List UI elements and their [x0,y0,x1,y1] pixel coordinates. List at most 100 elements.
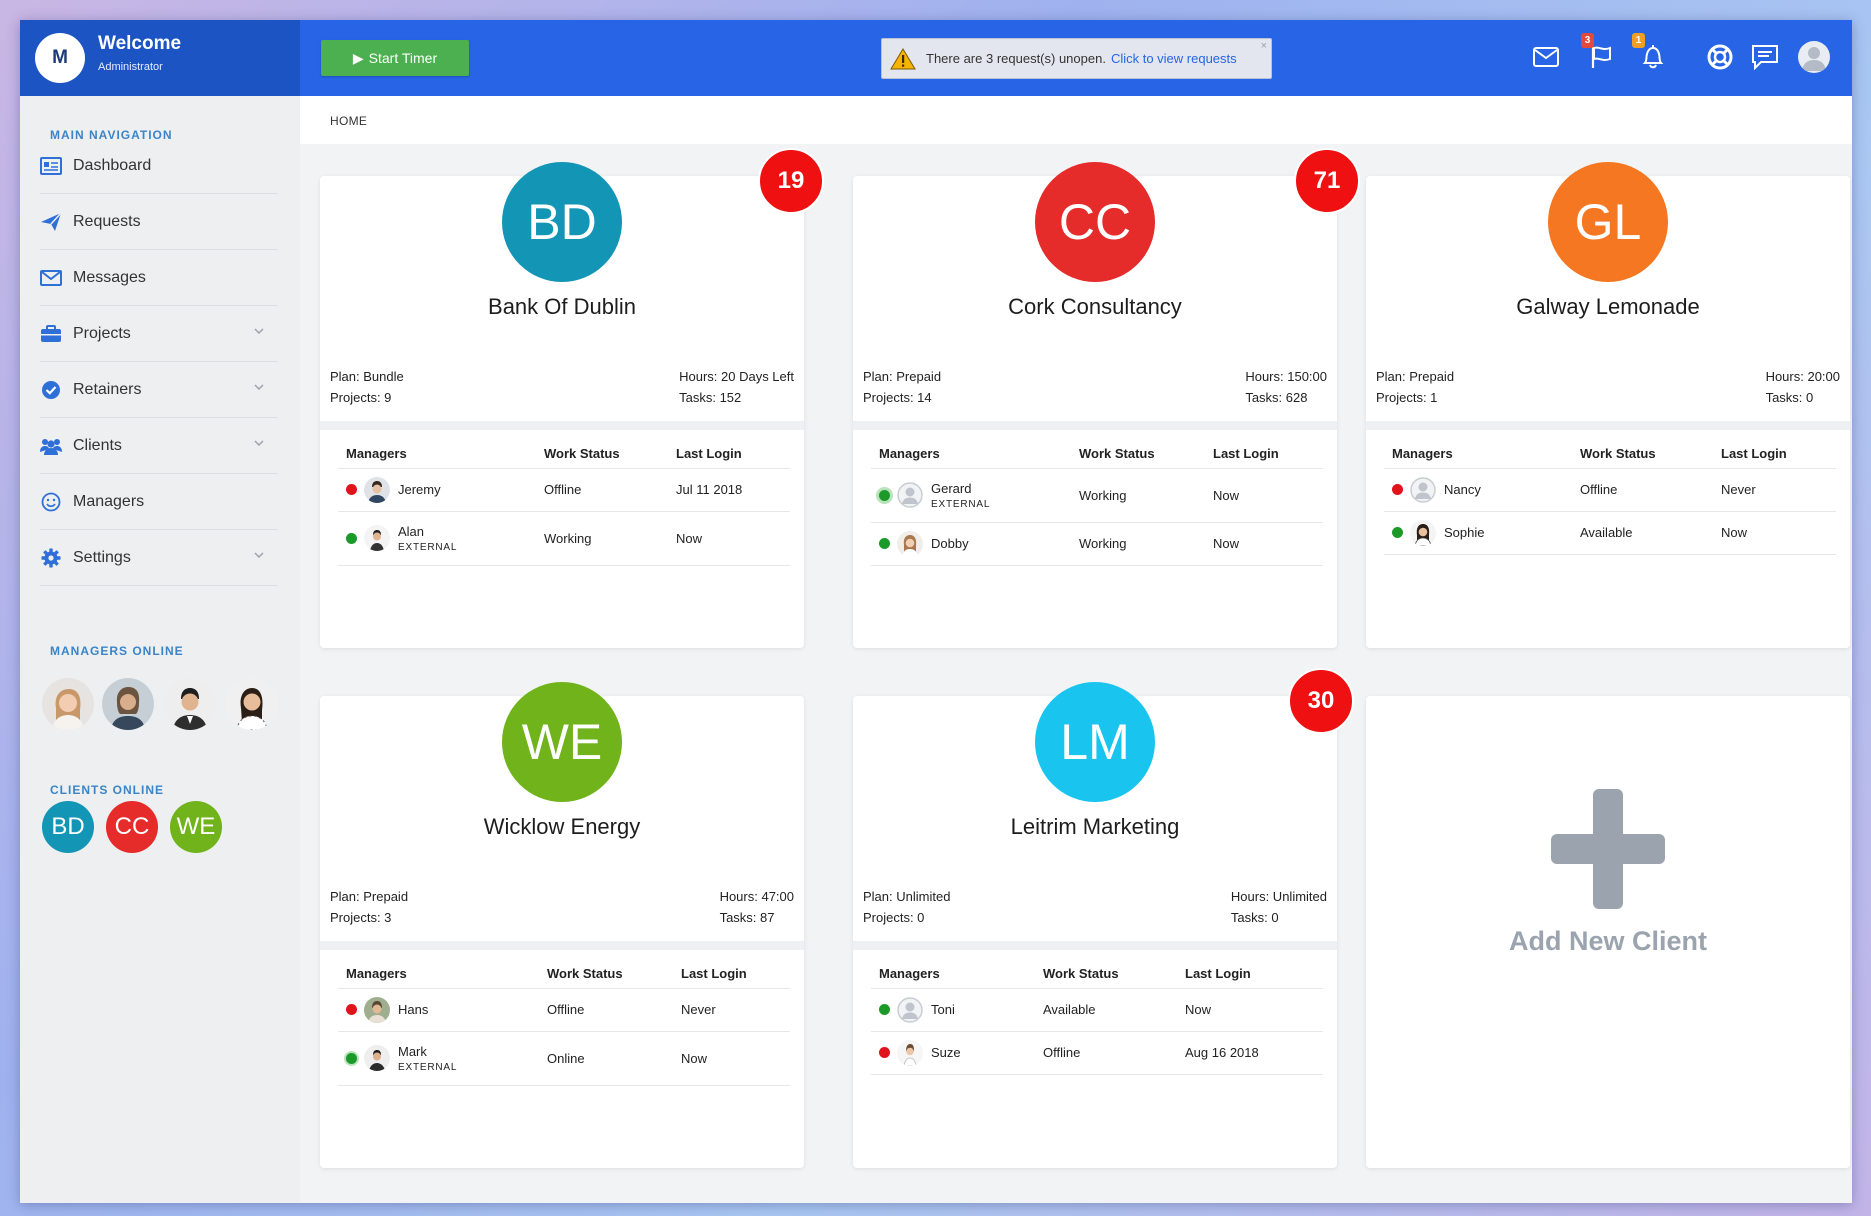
sidebar-item-requests[interactable]: Requests [40,194,278,250]
warning-icon [890,47,916,69]
table-row[interactable]: Dobby Working Now [871,522,1323,566]
work-status-column-header: Work Status [1572,440,1713,469]
manager-online-avatar[interactable] [226,678,278,730]
envelope-icon [1533,47,1559,67]
projects-count: Projects: 3 [330,910,392,925]
tasks-count: Tasks: 0 [1230,910,1279,925]
table-header-row: Managers Work Status Last Login [338,440,790,469]
main-navigation: Dashboard Requests Messages Projects Ret… [40,138,278,586]
table-row[interactable]: Nancy Offline Never [1384,468,1836,512]
manager-name: Jeremy [398,482,441,497]
status-dot [879,538,890,549]
client-name[interactable]: Galway Lemonade [1366,294,1850,320]
add-new-client-card[interactable]: Add New Client [1366,696,1850,1168]
view-requests-link[interactable]: Click to view requests [1111,51,1237,66]
client-online-bd[interactable]: BD [42,801,94,853]
breadcrumb[interactable]: HOME [330,114,367,128]
manager-online-avatar[interactable] [164,678,216,730]
chevron-down-icon [254,440,264,447]
managers-table: Managers Work Status Last Login Jeremy O… [338,440,790,566]
sidebar-item-projects[interactable]: Projects [40,306,278,362]
manager-name: Hans [398,1002,429,1017]
sidebar-item-dashboard[interactable]: Dashboard [40,138,278,194]
app-window: M Welcome Administrator ▶ Start Timer Th… [20,20,1852,1203]
table-row[interactable]: Gerard EXTERNAL Working Now [871,468,1323,523]
work-status: Offline [1035,1031,1177,1075]
work-status: Working [536,511,668,566]
projects-count: Projects: 0 [863,910,925,925]
table-row[interactable]: Alan EXTERNAL Working Now [338,511,790,566]
plan-info: Plan: Prepaid Projects: 1 [1376,366,1454,408]
plan-info: Plan: Bundle Projects: 9 [330,366,404,408]
table-row[interactable]: Sophie Available Now [1384,511,1836,555]
hours-info: Hours: 20 Days Left Tasks: 152 [679,366,794,408]
user-avatar[interactable] [1798,41,1830,73]
help-button[interactable] [1705,42,1735,72]
last-login-column-header: Last Login [673,960,790,989]
manager-online-avatar[interactable] [42,678,94,730]
last-login: Now [1713,511,1836,555]
messages-button[interactable] [1531,42,1561,72]
manager-online-avatar[interactable] [102,678,154,730]
managers-column-header: Managers [1384,440,1572,469]
notification-count-badge: 19 [758,148,824,214]
table-row[interactable]: Mark EXTERNAL Online Now [338,1031,790,1086]
work-status: Available [1572,511,1713,555]
manager-name: Suze [931,1045,961,1060]
manager-name: Gerard [931,480,972,496]
client-name[interactable]: Bank Of Dublin [320,294,804,320]
status-dot [879,1047,890,1058]
client-card-cork-consultancy[interactable]: CC 71 Cork Consultancy Plan: Prepaid Pro… [853,148,1360,648]
person-photo-icon [226,678,278,730]
sidebar-item-clients[interactable]: Clients [40,418,278,474]
table-row[interactable]: Jeremy Offline Jul 11 2018 [338,468,790,512]
manager-avatar [1410,476,1436,503]
alert-close-icon[interactable]: × [1261,40,1267,52]
hours-info: Hours: 47:00 Tasks: 87 [720,886,794,928]
manager-name: Toni [931,1002,955,1017]
user-role: Administrator [98,61,163,73]
work-status-column-header: Work Status [539,960,673,989]
logo: M [35,33,85,83]
hours-label: Hours: 150:00 [1245,369,1327,384]
client-card-bank-of-dublin[interactable]: BD 19 Bank Of Dublin Plan: Bundle Projec… [320,148,824,648]
start-timer-button[interactable]: ▶ Start Timer [321,40,469,76]
manager-avatar [364,476,390,503]
table-row[interactable]: Suze Offline Aug 16 2018 [871,1031,1323,1075]
chat-button[interactable] [1750,42,1780,72]
status-dot [346,532,357,544]
chevron-down-icon [254,552,264,559]
sidebar-item-managers[interactable]: Managers [40,474,278,530]
client-card-galway-lemonade[interactable]: GL Galway Lemonade Plan: Prepaid Project… [1366,162,1850,648]
sidebar-item-label: Retainers [73,380,142,398]
sidebar-item-settings[interactable]: Settings [40,530,278,586]
manager-avatar [897,996,923,1023]
sidebar-item-messages[interactable]: Messages [40,250,278,306]
client-online-we[interactable]: WE [170,801,222,853]
work-status-column-header: Work Status [1035,960,1177,989]
notifications-button[interactable]: 1 [1632,33,1668,72]
managers-column-header: Managers [871,440,1071,469]
client-name[interactable]: Cork Consultancy [853,294,1337,320]
client-name[interactable]: Leitrim Marketing [853,814,1337,840]
user-icon [897,996,923,1023]
person-photo-icon [897,530,923,557]
users-icon [40,438,62,455]
work-status: Online [539,1031,673,1086]
work-status: Offline [536,468,668,512]
status-dot [346,1052,357,1064]
table-row[interactable]: Toni Available Now [871,988,1323,1032]
client-card-leitrim-marketing[interactable]: LM 30 Leitrim Marketing Plan: Unlimited … [853,668,1354,1168]
user-icon [1410,476,1436,503]
table-row[interactable]: Hans Offline Never [338,988,790,1032]
client-name[interactable]: Wicklow Energy [320,814,804,840]
sidebar-item-label: Managers [73,492,145,510]
sidebar-item-retainers[interactable]: Retainers [40,362,278,418]
managers-column-header: Managers [338,960,539,989]
client-online-cc[interactable]: CC [106,801,158,853]
flags-button[interactable]: 3 [1581,33,1617,72]
status-dot [346,1004,357,1015]
sidebar-item-label: Dashboard [73,156,152,174]
client-card-wicklow-energy[interactable]: WE Wicklow Energy Plan: Prepaid Projects… [320,682,804,1168]
table-header-row: Managers Work Status Last Login [871,440,1323,469]
